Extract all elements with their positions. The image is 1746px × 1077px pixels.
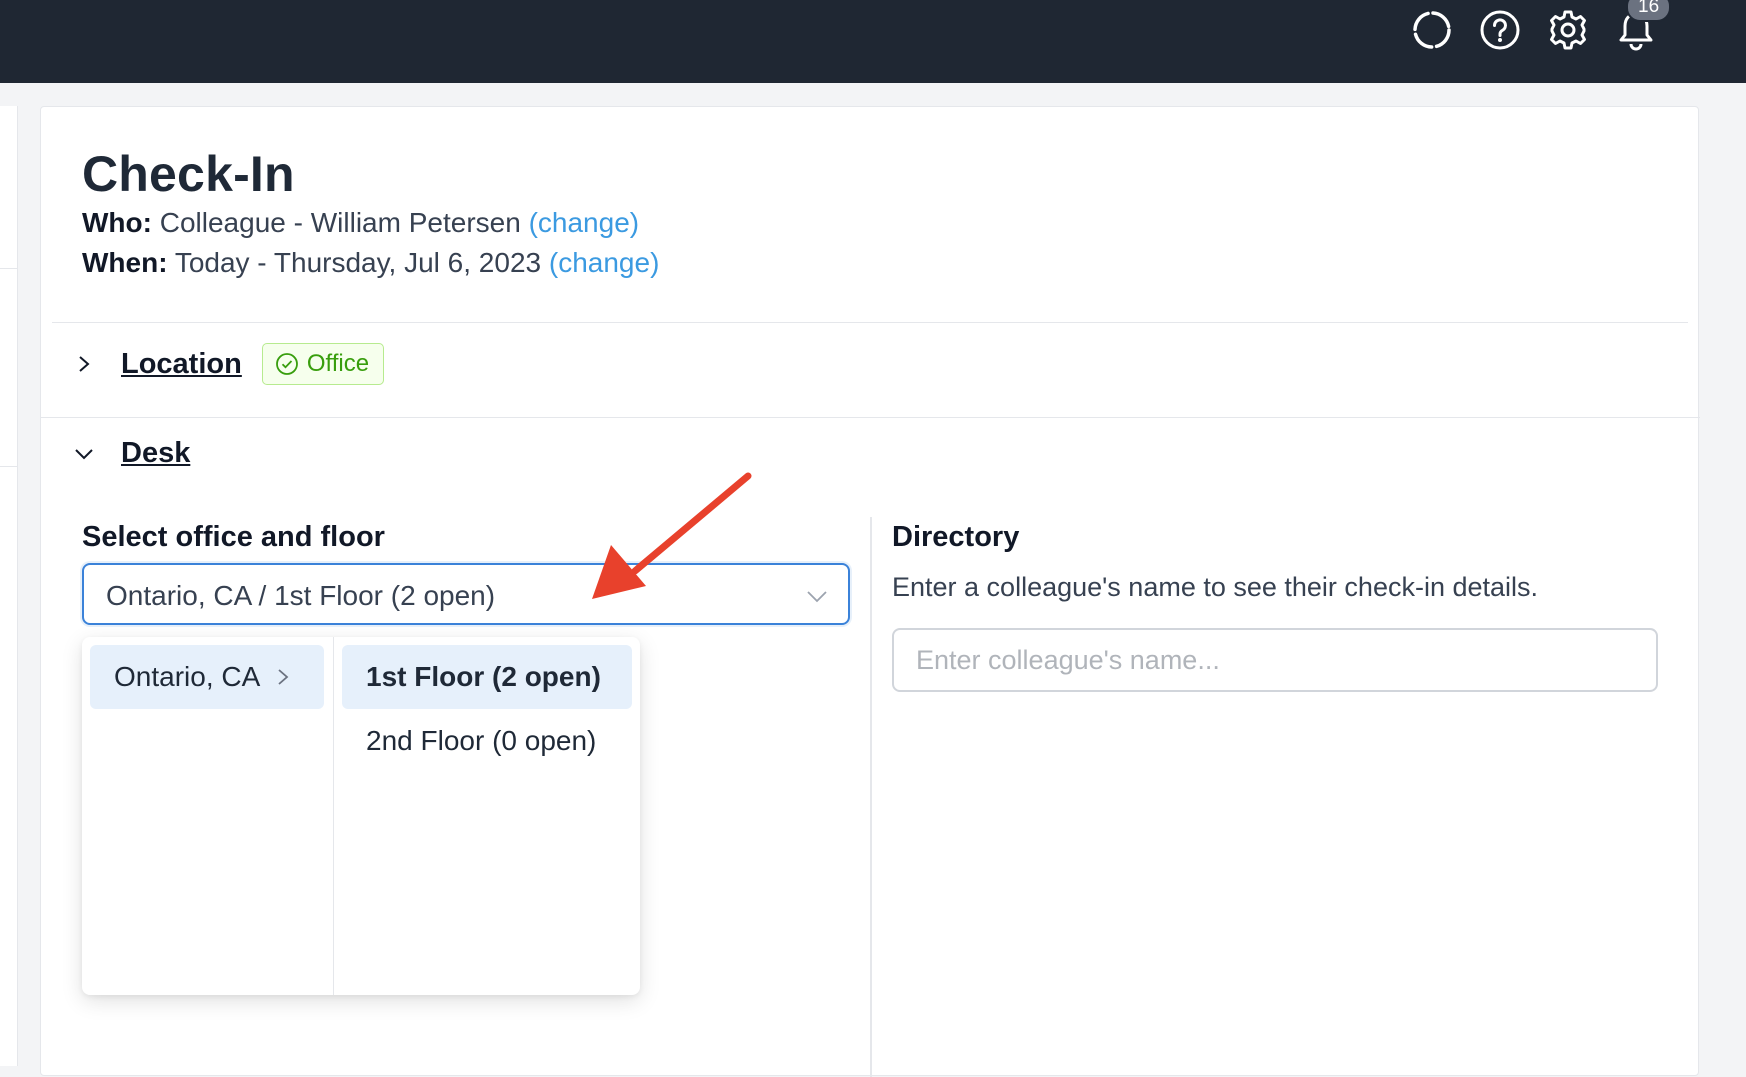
office-option-ontario[interactable]: Ontario, CA: [90, 645, 324, 709]
when-line: When: Today - Thursday, Jul 6, 2023 (cha…: [82, 247, 659, 279]
chevron-down-icon: [75, 448, 93, 459]
colleague-search-input[interactable]: [892, 628, 1658, 692]
office-floor-select-value: Ontario, CA / 1st Floor (2 open): [106, 580, 496, 611]
column-divider: [870, 517, 872, 1077]
when-value: Today - Thursday, Jul 6, 2023: [174, 247, 542, 278]
floor-option-label: 1st Floor (2 open): [366, 661, 601, 692]
column-divider: [333, 637, 334, 995]
floor-option-1st[interactable]: 1st Floor (2 open): [342, 645, 632, 709]
office-floor-cascader-menu: Ontario, CA 1st Floor (2 open) 2nd Floor…: [82, 637, 640, 995]
location-title[interactable]: Location: [121, 348, 242, 381]
sidebar-edge: [0, 106, 18, 1066]
chevron-right-icon: [278, 669, 289, 685]
divider: [41, 417, 1700, 418]
office-floor-select[interactable]: Ontario, CA / 1st Floor (2 open): [82, 563, 850, 625]
desk-section-header[interactable]: Desk: [75, 437, 190, 470]
chevron-right-icon: [79, 356, 90, 372]
loading-icon[interactable]: [1410, 8, 1454, 52]
when-label: When:: [82, 247, 168, 278]
desk-title[interactable]: Desk: [121, 437, 190, 470]
top-navigation-bar: 16: [0, 0, 1746, 83]
notification-badge: 16: [1626, 0, 1672, 22]
change-who-link[interactable]: (change): [529, 207, 640, 238]
check-circle-icon: [275, 353, 298, 375]
floor-option-2nd[interactable]: 2nd Floor (0 open): [342, 709, 632, 773]
divider: [52, 322, 1688, 323]
change-when-link[interactable]: (change): [549, 247, 660, 278]
directory-title: Directory: [892, 521, 1020, 553]
chevron-down-icon: [807, 591, 827, 603]
floor-option-label: 2nd Floor (0 open): [366, 725, 597, 756]
settings-icon[interactable]: [1546, 8, 1590, 52]
check-in-card: Check-In Who: Colleague - William Peters…: [40, 106, 1700, 1077]
who-line: Who: Colleague - William Petersen (chang…: [82, 207, 639, 239]
who-value: Colleague - William Petersen: [159, 207, 521, 238]
directory-description: Enter a colleague's name to see their ch…: [892, 572, 1539, 602]
location-section-header[interactable]: Location Office: [75, 343, 385, 385]
page-title: Check-In: [82, 146, 295, 202]
location-status-tag: Office: [261, 343, 385, 385]
location-tag-label: Office: [306, 350, 370, 377]
select-office-floor-label: Select office and floor: [82, 521, 385, 553]
help-icon[interactable]: [1478, 8, 1522, 52]
office-option-label: Ontario, CA: [114, 661, 261, 692]
who-label: Who:: [82, 207, 152, 238]
